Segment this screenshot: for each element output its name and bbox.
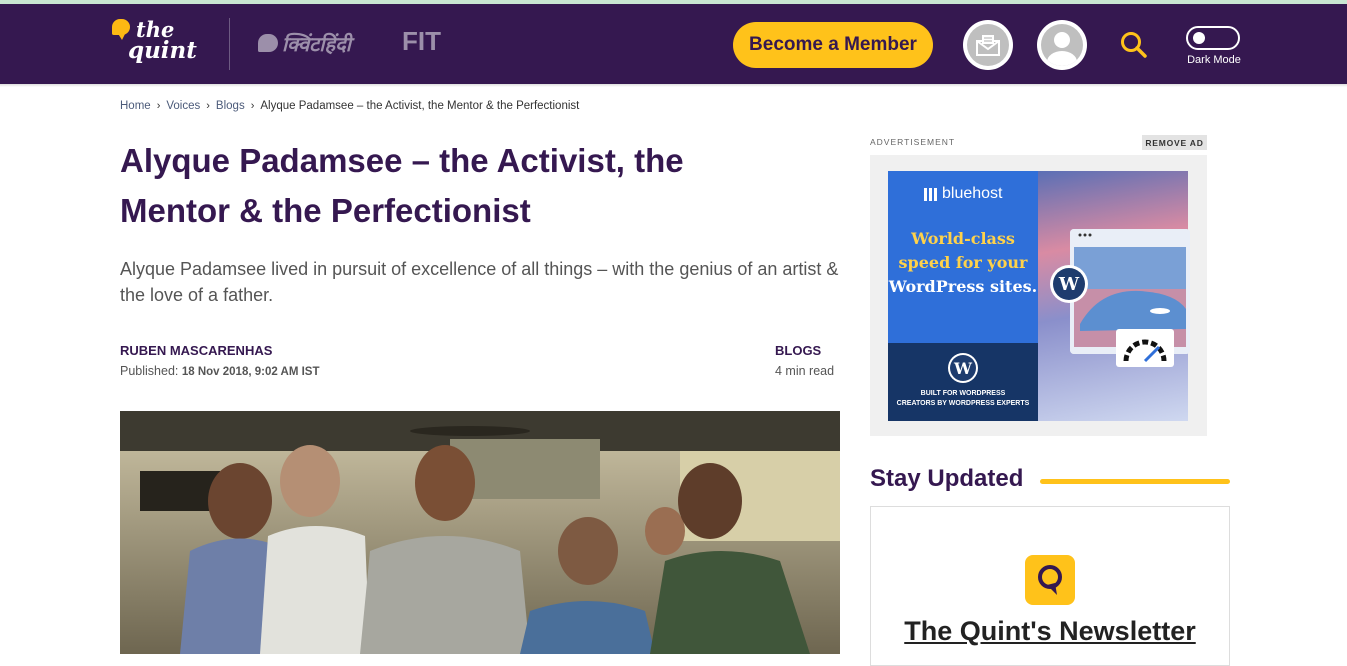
article-title: Alyque Padamsee – the Activist, the Ment…	[120, 142, 684, 229]
the-quint-logo[interactable]: the quint	[112, 17, 202, 71]
chevron-right-icon: ›	[250, 100, 255, 112]
quint-hindi-logo[interactable]: क्विंटहिंदी	[258, 26, 351, 60]
breadcrumb: Home › Voices › Blogs › Alyque Padamsee …	[120, 100, 579, 112]
remove-ad-button[interactable]: REMOVE AD	[1142, 135, 1207, 150]
read-time: 4 min read	[775, 364, 835, 378]
advertisement-label: ADVERTISEMENT	[870, 137, 956, 147]
hindi-bubble-icon	[258, 34, 278, 52]
breadcrumb-voices[interactable]: Voices	[166, 100, 200, 112]
newsletter-icon	[967, 24, 1009, 66]
bluehost-grid-icon	[924, 187, 937, 201]
ad-footer-panel: W	[888, 343, 1038, 421]
user-account-button[interactable]	[1037, 20, 1087, 70]
newsletter-button[interactable]	[963, 20, 1013, 70]
bluehost-logo: bluehost	[924, 185, 1003, 203]
breadcrumb-home[interactable]: Home	[120, 100, 151, 112]
ad-footer-line1: BUILT FOR WORDPRESS	[920, 390, 1006, 397]
chevron-right-icon: ›	[156, 100, 161, 112]
logo-divider	[229, 18, 230, 70]
stay-updated-heading: Stay Updated	[870, 465, 1024, 492]
quint-newsletter-icon	[1025, 555, 1075, 605]
wordpress-icon: W	[948, 353, 978, 383]
hindi-logo-text: क्विंटहिंदी	[282, 33, 351, 56]
header-shadow	[0, 84, 1347, 87]
breadcrumb-blogs[interactable]: Blogs	[216, 100, 245, 112]
dark-mode-label: Dark Mode	[1187, 54, 1241, 66]
section-link-blogs[interactable]: BLOGS	[775, 343, 821, 358]
dark-mode-toggle[interactable]	[1186, 26, 1240, 50]
published-datetime: 18 Nov 2018, 9:02 AM IST	[181, 366, 320, 378]
toggle-knob	[1193, 32, 1205, 44]
ad-footer-text: BUILT FOR WORDPRESS CREATORS BY WORDPRES…	[888, 389, 1038, 409]
search-icon[interactable]	[1119, 30, 1149, 60]
newsletter-title-link[interactable]: The Quint's Newsletter	[870, 616, 1230, 647]
logo-text-quint: quint	[128, 37, 197, 64]
hero-image	[120, 411, 840, 654]
quint-bubble-icon	[112, 19, 130, 40]
ad-right-panel: W	[1038, 171, 1190, 421]
author-name[interactable]: RUBEN MASCARENHAS	[120, 343, 272, 358]
stay-updated-underline	[1040, 479, 1230, 484]
ad-headline-rest: WordPress sites.	[888, 277, 1038, 296]
bluehost-brand-text: bluehost	[942, 185, 1003, 202]
become-member-button[interactable]: Become a Member	[733, 22, 933, 68]
fit-logo[interactable]: FIT	[402, 26, 441, 57]
speedometer-icon	[1116, 329, 1174, 367]
published-label: Published:	[120, 364, 179, 378]
site-header: the quint क्विंटहिंदी FIT Become a Membe…	[0, 4, 1347, 84]
bluehost-ad-banner[interactable]: bluehost World-class speed for your Word…	[888, 171, 1190, 421]
ad-footer-line2: CREATORS BY WORDPRESS EXPERTS	[896, 400, 1030, 407]
chevron-right-icon: ›	[206, 100, 210, 112]
ad-headline-highlight: World-class speed for your	[898, 229, 1028, 272]
published-date: Published: 18 Nov 2018, 9:02 AM IST	[120, 364, 320, 378]
wordpress-badge-icon: W	[1050, 265, 1088, 303]
breadcrumb-current: Alyque Padamsee – the Activist, the Ment…	[260, 100, 580, 112]
ad-headline: World-class speed for your WordPress sit…	[888, 227, 1038, 299]
user-avatar-icon	[1041, 24, 1083, 66]
article-subheadline: Alyque Padamsee lived in pursuit of exce…	[120, 259, 839, 305]
